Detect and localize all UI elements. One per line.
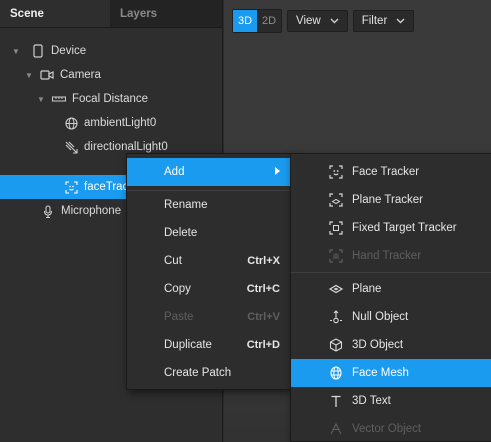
- menu-item-paste: Paste Ctrl+V: [127, 303, 290, 331]
- expand-arrow-icon[interactable]: ▼: [10, 47, 22, 56]
- menu-item-label: Duplicate: [164, 339, 212, 351]
- expand-arrow-icon[interactable]: ▼: [23, 71, 35, 80]
- menu-item-duplicate[interactable]: Duplicate Ctrl+D: [127, 331, 290, 359]
- tab-scene[interactable]: Scene: [0, 0, 110, 27]
- vector-object-icon: [328, 421, 344, 437]
- tab-layers[interactable]: Layers: [110, 0, 220, 27]
- submenu-item-3d-object[interactable]: 3D Object: [291, 331, 491, 359]
- submenu-item-3d-text[interactable]: 3D Text: [291, 387, 491, 415]
- 3d-text-icon: [328, 393, 344, 409]
- menu-item-label: Create Patch: [164, 367, 232, 379]
- face-mesh-icon: [328, 365, 344, 381]
- ambient-light-icon: [63, 116, 79, 130]
- context-menu: Add Rename Delete Cut Ctrl+X Copy Ctrl+C…: [126, 153, 291, 390]
- tree-item-label: Device: [51, 45, 87, 57]
- submenu-divider: [291, 272, 491, 273]
- submenu-item-null-object[interactable]: Null Object: [291, 303, 491, 331]
- tree-item-ambient-light[interactable]: ambientLight0: [0, 111, 223, 135]
- chevron-down-icon: [330, 16, 339, 26]
- device-icon: [30, 44, 46, 58]
- submenu-item-label: Face Mesh: [352, 367, 409, 379]
- submenu-item-label: Vector Object: [352, 423, 422, 435]
- tree-item-label: ambientLight0: [84, 117, 157, 129]
- view-dropdown[interactable]: View: [287, 10, 348, 32]
- plane-icon: [328, 281, 344, 297]
- null-object-icon: [328, 309, 344, 325]
- tree-item-camera[interactable]: ▼ Camera: [0, 63, 223, 87]
- shortcut-label: Ctrl+X: [247, 255, 280, 267]
- tree-item-focal-distance[interactable]: ▼ Focal Distance: [0, 87, 223, 111]
- chevron-down-icon: [396, 16, 405, 26]
- add-submenu: Face Tracker Plane Tracker Fixed Target …: [290, 153, 491, 442]
- microphone-icon: [40, 204, 56, 218]
- submenu-item-plane-tracker[interactable]: Plane Tracker: [291, 186, 491, 214]
- submenu-item-vector-object: Vector Object: [291, 415, 491, 442]
- menu-item-label: Copy: [164, 283, 191, 295]
- shortcut-label: Ctrl+D: [246, 339, 280, 351]
- face-tracker-icon: [328, 164, 344, 180]
- tree-item-label: directionalLight0: [84, 141, 168, 153]
- expand-arrow-icon[interactable]: ▼: [35, 95, 47, 104]
- submenu-item-label: Hand Tracker: [352, 250, 422, 262]
- menu-item-label: Rename: [164, 199, 208, 211]
- hand-tracker-icon: [328, 248, 344, 264]
- tree-item-label: Microphone: [61, 205, 122, 217]
- submenu-item-label: 3D Object: [352, 339, 404, 351]
- submenu-item-plane[interactable]: Plane: [291, 275, 491, 303]
- shortcut-label: Ctrl+C: [246, 283, 280, 295]
- fixed-target-tracker-icon: [328, 220, 344, 236]
- tree-item-label: Camera: [60, 69, 101, 81]
- plane-tracker-icon: [328, 192, 344, 208]
- menu-item-label: Delete: [164, 227, 198, 239]
- tree-item-device[interactable]: ▼ Device: [0, 39, 223, 63]
- tree-item-label: faceTrac: [84, 181, 129, 193]
- menu-item-label: Paste: [164, 311, 194, 323]
- filter-dropdown[interactable]: Filter: [352, 10, 415, 32]
- menu-item-delete[interactable]: Delete: [127, 219, 290, 247]
- submenu-item-label: Face Tracker: [352, 166, 420, 178]
- shortcut-label: Ctrl+V: [247, 311, 280, 323]
- submenu-item-label: Fixed Target Tracker: [352, 222, 457, 234]
- menu-item-create-patch[interactable]: Create Patch: [127, 359, 290, 387]
- focal-distance-icon: [51, 92, 67, 106]
- directional-light-icon: [63, 140, 79, 154]
- filter-dropdown-label: Filter: [361, 15, 388, 27]
- mode-2d-button[interactable]: 2D: [257, 10, 281, 32]
- submenu-item-hand-tracker: Hand Tracker: [291, 242, 491, 270]
- submenu-item-label: Plane Tracker: [352, 194, 423, 206]
- camera-icon: [39, 68, 55, 82]
- submenu-item-label: 3D Text: [352, 395, 391, 407]
- submenu-item-label: Null Object: [352, 311, 409, 323]
- menu-item-rename[interactable]: Rename: [127, 191, 290, 219]
- menu-item-label: Add: [164, 166, 185, 178]
- menu-item-cut[interactable]: Cut Ctrl+X: [127, 247, 290, 275]
- 3d-object-icon: [328, 337, 344, 353]
- dimension-toggle: 3D 2D: [232, 9, 282, 33]
- submenu-item-fixed-target-tracker[interactable]: Fixed Target Tracker: [291, 214, 491, 242]
- viewport-toolbar: 3D 2D View Filter: [232, 9, 415, 33]
- panel-tabs: Scene Layers: [0, 0, 222, 28]
- menu-item-copy[interactable]: Copy Ctrl+C: [127, 275, 290, 303]
- menu-item-add[interactable]: Add: [127, 158, 290, 186]
- submenu-item-face-mesh[interactable]: Face Mesh: [291, 359, 491, 387]
- tree-item-label: Focal Distance: [72, 93, 149, 105]
- menu-item-label: Cut: [164, 255, 182, 267]
- view-dropdown-label: View: [296, 15, 321, 27]
- submenu-item-face-tracker[interactable]: Face Tracker: [291, 158, 491, 186]
- face-tracker-icon: [63, 180, 79, 194]
- submenu-arrow-icon: [275, 167, 280, 177]
- app-window: Scene Layers ▼ Device ▼ Camera ▼ Focal D…: [0, 0, 491, 442]
- submenu-item-label: Plane: [352, 283, 382, 295]
- mode-3d-button[interactable]: 3D: [233, 10, 257, 32]
